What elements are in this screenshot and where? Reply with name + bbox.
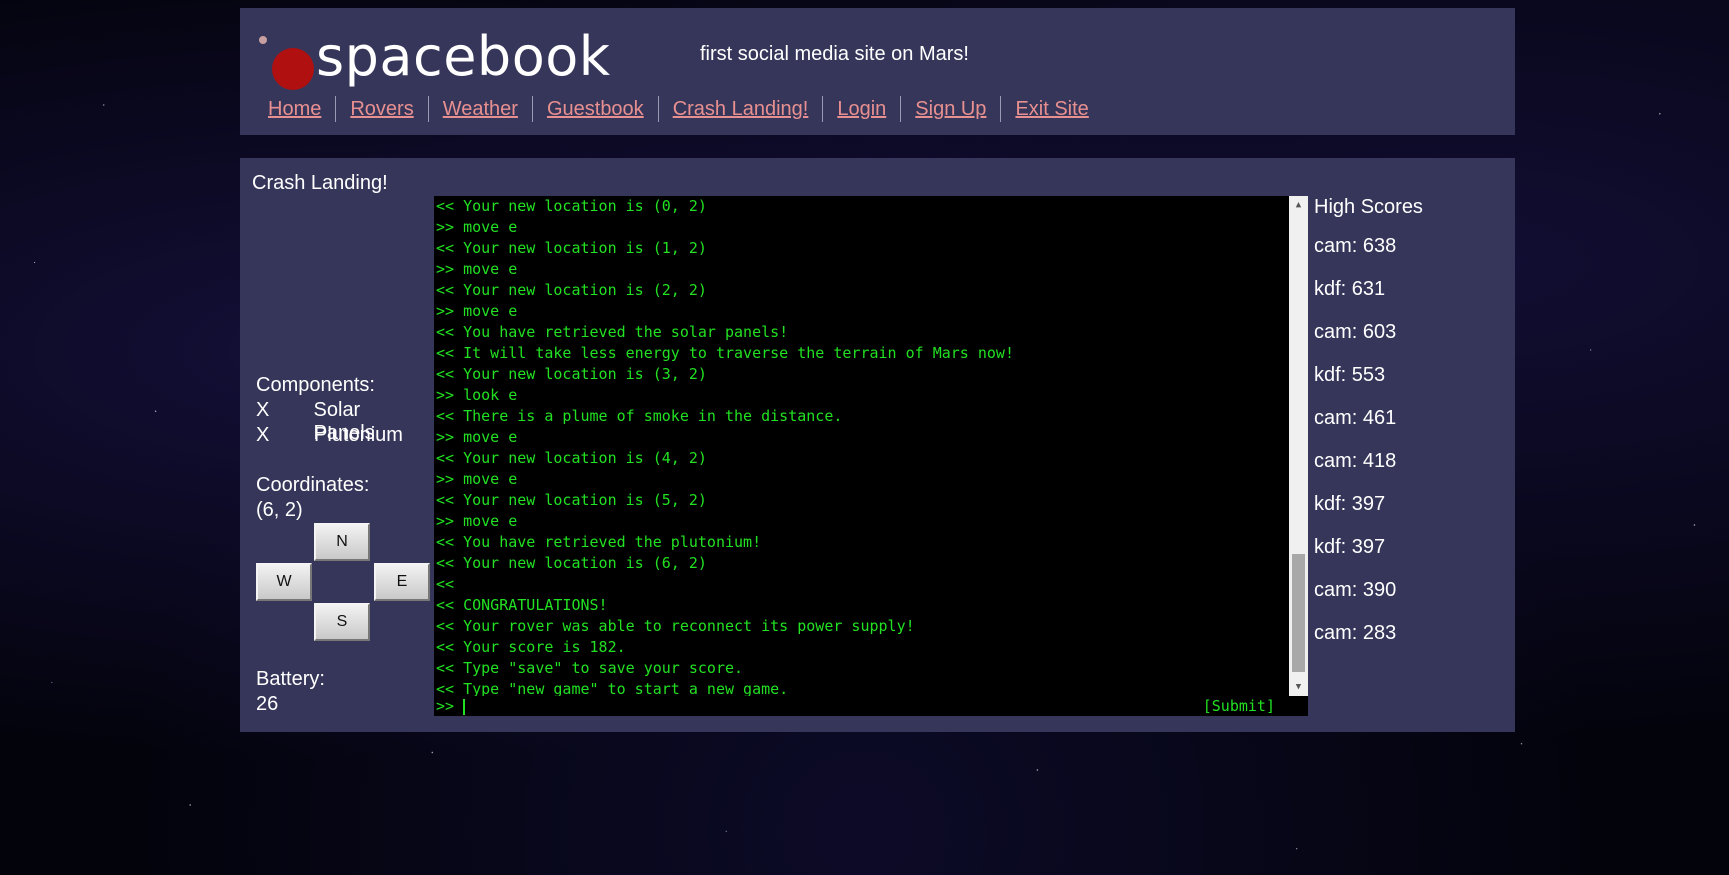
high-score-item: kdf: 553 xyxy=(1314,364,1386,386)
submit-button[interactable]: [Submit] xyxy=(1203,696,1275,716)
text-caret xyxy=(463,698,466,715)
move-south-button[interactable]: S xyxy=(314,603,370,641)
high-scores-title: High Scores xyxy=(1314,196,1423,218)
logo-small-dot-icon xyxy=(259,36,267,44)
terminal-output: << Your new location is (0, 2) >> move e <… xyxy=(436,196,1286,696)
battery-label: Battery: xyxy=(256,668,325,690)
terminal-line: >> move e xyxy=(436,512,518,530)
terminal-line: << There is a plume of smoke in the dist… xyxy=(436,407,843,425)
nav-link-rovers[interactable]: Rovers xyxy=(335,96,427,122)
move-north-button[interactable]: N xyxy=(314,523,370,561)
high-score-item: cam: 638 xyxy=(1314,235,1397,257)
terminal-line: >> look e xyxy=(436,386,518,404)
site-header: spacebook first social media site on Mar… xyxy=(240,8,1515,135)
high-score-item: kdf: 397 xyxy=(1314,536,1386,558)
terminal-line: << CONGRATULATIONS! xyxy=(436,596,608,614)
terminal-line: << Your new location is (6, 2) xyxy=(436,554,707,572)
terminal-line: << Your score is 182. xyxy=(436,638,626,656)
high-score-item: cam: 283 xyxy=(1314,622,1397,644)
nav-link-exit-site[interactable]: Exit Site xyxy=(1000,96,1102,122)
nav-link-guestbook[interactable]: Guestbook xyxy=(531,96,658,122)
game-terminal[interactable]: << Your new location is (0, 2) >> move e <… xyxy=(434,196,1308,716)
component-name: Plutonium xyxy=(314,424,403,446)
terminal-input[interactable]: >> xyxy=(436,696,1286,716)
site-tagline: first social media site on Mars! xyxy=(700,43,969,65)
terminal-line: << Your new location is (0, 2) xyxy=(436,197,707,215)
terminal-line: << xyxy=(436,575,455,593)
nav-link-crash-landing[interactable]: Crash Landing! xyxy=(657,96,823,122)
terminal-line: << It will take less energy to traverse … xyxy=(436,344,1014,362)
main-nav: Home Rovers Weather Guestbook Crash Land… xyxy=(254,96,1103,122)
terminal-line: << Type "save" to save your score. xyxy=(436,659,744,677)
terminal-line: >> move e xyxy=(436,470,518,488)
terminal-line: >> move e xyxy=(436,260,518,278)
terminal-line: << Your new location is (3, 2) xyxy=(436,365,707,383)
nav-link-home[interactable]: Home xyxy=(254,96,335,122)
game-panel: Crash Landing! Components: X Solar Panel… xyxy=(240,158,1515,732)
coordinates-value: (6, 2) xyxy=(256,499,303,521)
nav-link-login[interactable]: Login xyxy=(822,96,900,122)
terminal-line: << You have retrieved the solar panels! xyxy=(436,323,789,341)
logo-mars-dot-icon xyxy=(272,48,314,90)
terminal-line: << Your new location is (2, 2) xyxy=(436,281,707,299)
terminal-line: >> move e xyxy=(436,218,518,236)
move-east-button[interactable]: E xyxy=(374,563,430,601)
high-score-item: cam: 603 xyxy=(1314,321,1397,343)
scrollbar-thumb[interactable] xyxy=(1292,554,1305,672)
nav-link-sign-up[interactable]: Sign Up xyxy=(900,96,1000,122)
terminal-line: << Your new location is (4, 2) xyxy=(436,449,707,467)
terminal-prompt: >> xyxy=(436,697,464,715)
high-score-item: kdf: 397 xyxy=(1314,493,1386,515)
game-title: Crash Landing! xyxy=(252,172,388,194)
spacebook-logo[interactable]: spacebook xyxy=(256,26,610,90)
high-score-item: cam: 418 xyxy=(1314,450,1397,472)
high-score-item: kdf: 631 xyxy=(1314,278,1386,300)
high-score-item: cam: 461 xyxy=(1314,407,1397,429)
components-label: Components: xyxy=(256,374,375,396)
terminal-line: << Your rover was able to reconnect its … xyxy=(436,617,915,635)
battery-value: 26 xyxy=(256,693,279,715)
coordinates-label: Coordinates: xyxy=(256,474,370,496)
component-mark: X xyxy=(256,424,270,446)
terminal-line: << Your new location is (1, 2) xyxy=(436,239,707,257)
nav-link-weather[interactable]: Weather xyxy=(427,96,532,122)
component-row: X Plutonium xyxy=(256,424,403,447)
scroll-up-arrow-icon[interactable]: ▲ xyxy=(1289,196,1308,214)
terminal-line: << Type "new game" to start a new game. xyxy=(436,680,789,696)
terminal-line: << Your new location is (5, 2) xyxy=(436,491,707,509)
move-west-button[interactable]: W xyxy=(256,563,312,601)
terminal-line: >> move e xyxy=(436,428,518,446)
scroll-down-arrow-icon[interactable]: ▼ xyxy=(1289,678,1308,696)
logo-text: spacebook xyxy=(316,25,611,88)
terminal-line: << You have retrieved the plutonium! xyxy=(436,533,762,551)
terminal-scrollbar[interactable]: ▲ ▼ xyxy=(1289,196,1308,696)
terminal-line: >> move e xyxy=(436,302,518,320)
high-score-item: cam: 390 xyxy=(1314,579,1397,601)
